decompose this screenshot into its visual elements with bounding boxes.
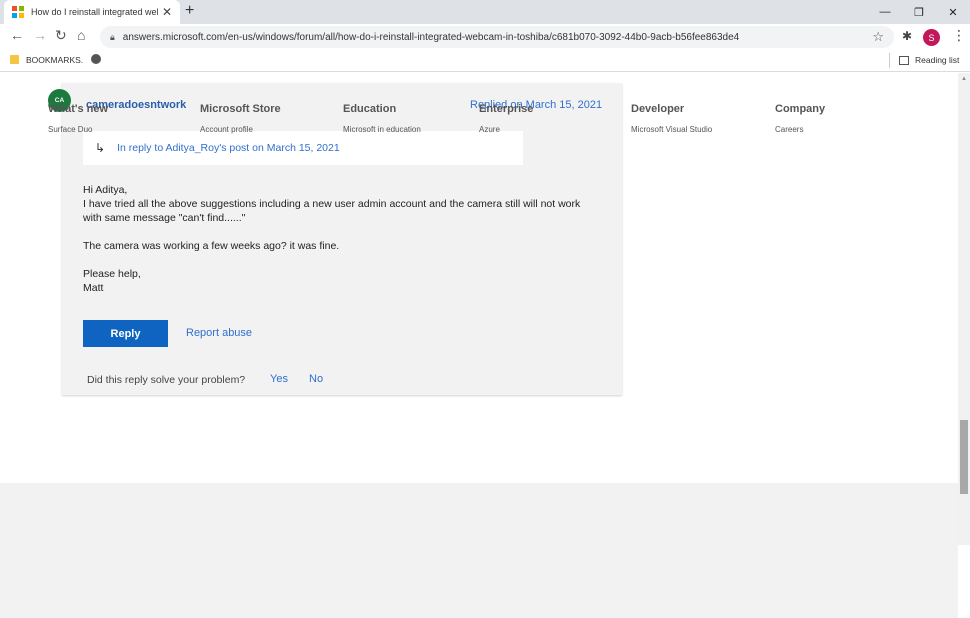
reply-button[interactable]: Reply	[83, 320, 168, 347]
lock-icon: 🔒︎	[110, 31, 115, 42]
in-reply-to-link[interactable]: In reply to Aditya_Roy's post on March 1…	[117, 142, 340, 154]
post-body: Hi Aditya, I have tried all the above su…	[83, 183, 603, 295]
scroll-up-icon[interactable]: ▲	[961, 76, 967, 82]
footer	[0, 483, 958, 618]
extensions-icon[interactable]: ✱	[902, 29, 912, 43]
microsoft-logo-icon	[12, 6, 24, 18]
close-tab-icon[interactable]: ✕	[162, 5, 172, 19]
close-window-icon[interactable]: ✕	[936, 0, 970, 24]
signature: Matt	[83, 282, 104, 294]
footer-column: Developer Microsoft Visual Studio	[631, 103, 712, 134]
footer-column: Microsoft Store Account profile	[200, 103, 281, 134]
reload-icon[interactable]: ↻	[55, 27, 67, 44]
reading-list-button[interactable]: Reading list	[899, 55, 959, 65]
tab-title: How do I reinstall integrated web	[31, 7, 158, 17]
new-tab-button[interactable]: +	[185, 2, 194, 20]
minimize-icon[interactable]: —	[868, 0, 902, 24]
body-line: with same message "can't find......"	[83, 212, 246, 224]
body-line: Please help,	[83, 268, 141, 280]
bookmarks-folder[interactable]: BOOKMARKS.	[26, 55, 83, 65]
home-icon[interactable]: ⌂	[77, 27, 85, 43]
folder-icon	[10, 55, 19, 64]
globe-icon[interactable]	[91, 54, 101, 64]
url-text: answers.microsoft.com/en-us/windows/foru…	[122, 31, 740, 43]
footer-column: Company Careers	[775, 103, 825, 134]
footer-link[interactable]: Surface Duo	[48, 125, 108, 134]
footer-link[interactable]: Microsoft Visual Studio	[631, 125, 712, 134]
browser-tab[interactable]: How do I reinstall integrated web ✕	[4, 0, 180, 24]
browser-toolbar: ← → ↻ ⌂ 🔒︎ answers.microsoft.com/en-us/w…	[0, 24, 970, 50]
address-bar[interactable]: 🔒︎ answers.microsoft.com/en-us/windows/f…	[100, 26, 894, 48]
greeting: Hi Aditya,	[83, 184, 128, 196]
bookmarks-bar: BOOKMARKS. Reading list	[0, 50, 970, 72]
footer-link[interactable]: Azure	[479, 125, 533, 134]
footer-heading: Developer	[631, 103, 685, 115]
back-icon[interactable]: ←	[10, 27, 24, 43]
no-button[interactable]: No	[309, 373, 323, 385]
report-abuse-link[interactable]: Report abuse	[186, 327, 252, 339]
footer-column: Enterprise Azure	[479, 103, 533, 134]
reading-list-label: Reading list	[915, 55, 960, 65]
footer-link[interactable]: Careers	[775, 125, 825, 134]
in-reply-to-box[interactable]: ↳ In reply to Aditya_Roy's post on March…	[83, 131, 523, 165]
footer-heading: Microsoft Store	[200, 103, 281, 115]
footer-link[interactable]: Account profile	[200, 125, 281, 134]
bookmark-star-icon[interactable]: ☆	[872, 29, 884, 45]
footer-heading: What's new	[48, 103, 109, 115]
footer-column: What's new Surface Duo	[48, 103, 108, 134]
restore-icon[interactable]: ❐	[902, 0, 936, 24]
menu-icon[interactable]: ⋮	[952, 27, 966, 44]
footer-heading: Education	[343, 103, 397, 115]
forward-icon[interactable]: →	[33, 27, 47, 43]
footer-column: Education Microsoft in education	[343, 103, 421, 134]
profile-avatar[interactable]: S	[923, 29, 940, 46]
divider	[889, 53, 890, 68]
yes-button[interactable]: Yes	[270, 373, 288, 385]
body-line: I have tried all the above suggestions i…	[83, 198, 581, 210]
footer-heading: Company	[775, 103, 826, 115]
reply-arrow-icon: ↳	[95, 141, 106, 155]
solve-question: Did this reply solve your problem?	[87, 374, 246, 386]
body-line: The camera was working a few weeks ago? …	[83, 240, 340, 252]
footer-link[interactable]: Microsoft in education	[343, 125, 421, 134]
scrollbar-thumb[interactable]	[960, 420, 968, 494]
footer-heading: Enterprise	[479, 103, 534, 115]
reading-list-icon	[899, 55, 909, 65]
tab-strip: How do I reinstall integrated web ✕ + — …	[0, 0, 970, 24]
